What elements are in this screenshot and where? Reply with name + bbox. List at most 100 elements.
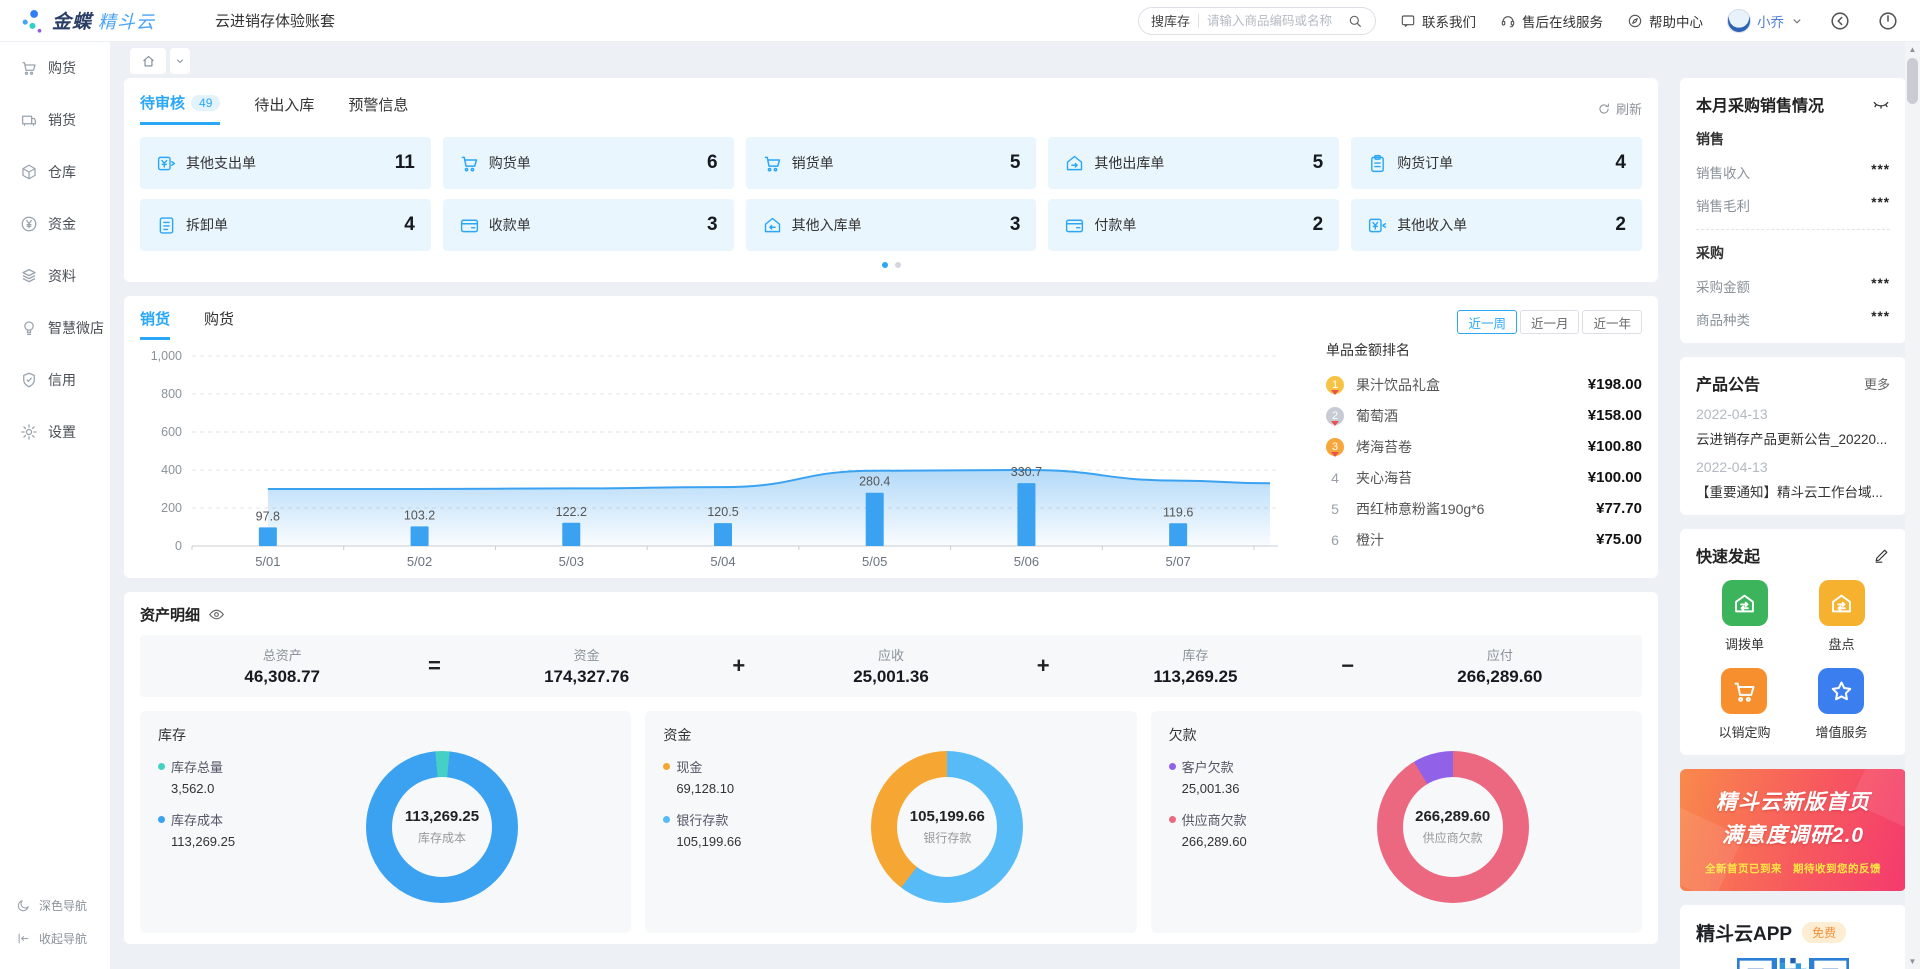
period-button-近一年[interactable]: 近一年 [1582,310,1642,334]
todo-tabs: 待审核49 待出入库 预警信息 [140,92,408,125]
todo-card-销货单[interactable]: 销货单5 [746,137,1037,189]
todo-card-其他出库单[interactable]: 其他出库单5 [1048,137,1339,189]
period-button-近一月[interactable]: 近一月 [1520,310,1580,334]
ranking-item[interactable]: 5西红柿意粉酱190g*6¥77.70 [1326,493,1642,524]
donut-ring: 266,289.60供应商欠款 [1377,751,1529,903]
search-box[interactable]: 搜库存 [1138,7,1376,35]
quick-action-tile [1819,580,1865,626]
tab-dropdown-button[interactable] [170,48,190,74]
page-scrollbar[interactable]: ▲ ▼ [1905,42,1920,969]
todo-card-其他收入单[interactable]: 其他收入单2 [1351,199,1642,251]
ranking-item[interactable]: 3烤海苔卷¥100.80 [1326,431,1642,462]
quick-actions-panel: 快速发起 调拨单盘点以销定购增值服务 [1680,529,1906,755]
trend-tab-销货[interactable]: 销货 [140,308,170,340]
search-input[interactable] [1207,14,1339,28]
svg-text:5/07: 5/07 [1165,554,1190,569]
scrollbar-thumb[interactable] [1907,58,1918,104]
pencil-icon[interactable] [1873,547,1890,564]
eye-off-icon[interactable] [1872,95,1890,113]
todo-card-收款单[interactable]: 收款单3 [443,199,734,251]
sidebar-item-设置[interactable]: 设置 [0,406,110,458]
breakdown-legend: 客户欠款25,001.36供应商欠款266,289.60 [1169,757,1247,863]
quick-action-盘点[interactable]: 盘点 [1819,580,1865,653]
ranking-item[interactable]: 1果汁饮品礼盒¥198.00 [1326,369,1642,400]
refresh-button[interactable]: 刷新 [1597,99,1642,118]
donut-center: 105,199.66银行存款 [871,751,1023,903]
sidebar-item-资料[interactable]: 资料 [0,250,110,302]
breakdown-title: 资金 [663,725,1118,745]
sidebar-item-资金[interactable]: 资金 [0,198,110,250]
period-button-近一周[interactable]: 近一周 [1457,310,1517,334]
brand-name-bold: 金蝶 [52,7,92,34]
wallet-icon [459,215,480,236]
todo-card-其他入库单[interactable]: 其他入库单3 [746,199,1037,251]
search-scope-selector[interactable]: 搜库存 [1151,11,1190,30]
todo-card-付款单[interactable]: 付款单2 [1048,199,1339,251]
search-icon[interactable] [1347,13,1363,29]
todo-tab-待出入库[interactable]: 待出入库 [254,92,314,125]
sidebar-nav: 购货销货仓库资金资料智慧微店信用设置 [0,42,110,458]
sidebar-item-智慧微店[interactable]: 智慧微店 [0,302,110,354]
announcement-link[interactable]: 【重要通知】精斗云工作台域... [1696,481,1890,501]
sidebar-item-销货[interactable]: 销货 [0,94,110,146]
topbar-link-售后在线服务[interactable]: 售后在线服务 [1500,11,1603,31]
sidebar-footer-label: 深色导航 [39,897,87,914]
sidebar-footer: 深色导航收起导航 [0,889,110,955]
back-to-old-version-button[interactable] [1828,9,1852,33]
scroll-down-arrow[interactable]: ▼ [1905,957,1920,966]
sidebar-footer-收起导航[interactable]: 收起导航 [0,922,110,955]
announcement-link[interactable]: 云进销存产品更新公告_20220... [1696,428,1890,448]
ranking-item[interactable]: 4夹心海苔¥100.00 [1326,462,1642,493]
scroll-up-arrow[interactable]: ▲ [1905,45,1920,54]
todo-tab-待审核[interactable]: 待审核49 [140,92,220,125]
shield-icon [20,371,38,389]
survey-banner[interactable]: 精斗云新版首页 满意度调研2.0 全新首页已到来 期待收到您的反馈 [1680,769,1906,891]
topbar-link-联系我们[interactable]: 联系我们 [1400,11,1476,31]
rank-medal-3: 3 [1326,438,1344,456]
todo-card-count: 3 [1010,214,1021,236]
quick-actions-grid: 调拨单 盘点以销定购增值服务 [1696,580,1890,741]
announcements-more-link[interactable]: 更多 [1864,374,1890,393]
quick-action-增值服务[interactable]: 增值服务 [1815,668,1867,741]
legend-item-top: 银行存款 [663,810,741,829]
summary-row-value: *** [1871,276,1890,296]
todo-card-购货单[interactable]: 购货单6 [443,137,734,189]
brand-name-light: 精斗云 [98,8,155,34]
user-menu[interactable]: 小乔 [1727,9,1804,33]
announcement-date: 2022-04-13 [1696,406,1890,422]
ranking-item[interactable]: 6橙汁¥75.00 [1326,524,1642,555]
app-title: 精斗云APP [1696,919,1792,946]
svg-text:800: 800 [161,387,182,401]
legend-label: 供应商欠款 [1182,810,1247,829]
bar-5/06 [1017,483,1035,546]
trend-tab-购货[interactable]: 购货 [204,308,234,340]
legend-dot [158,816,165,823]
ranking-item[interactable]: 2葡萄酒¥158.00 [1326,400,1642,431]
todo-tab-预警信息[interactable]: 预警信息 [348,92,408,125]
sidebar-item-信用[interactable]: 信用 [0,354,110,406]
power-button[interactable] [1876,9,1900,33]
rank-number: 5 [1326,501,1344,517]
todo-card-购货订单[interactable]: 购货订单4 [1351,137,1642,189]
carousel-dot[interactable] [895,262,901,268]
ranking-item-name: 橙汁 [1356,530,1584,550]
quick-action-调拨单[interactable]: 调拨单 [1722,580,1768,653]
home-tab[interactable] [130,48,166,74]
section-divider [1696,229,1890,230]
sidebar-footer-深色导航[interactable]: 深色导航 [0,889,110,922]
brand-logo[interactable]: 金蝶 精斗云 [20,7,155,34]
sidebar-item-仓库[interactable]: 仓库 [0,146,110,198]
todo-card-拆卸单[interactable]: 拆卸单4 [140,199,431,251]
left-sidebar: 购货销货仓库资金资料智慧微店信用设置 深色导航收起导航 [0,42,110,969]
topbar-link-帮助中心[interactable]: 帮助中心 [1627,11,1703,31]
ranking-item-name: 烤海苔卷 [1356,437,1576,457]
sidebar-item-购货[interactable]: 购货 [0,42,110,94]
eye-icon[interactable] [208,606,225,623]
todo-card-其他支出单[interactable]: 其他支出单11 [140,137,431,189]
carousel-dot[interactable] [882,262,888,268]
month-summary-title: 本月采购销售情况 [1696,92,1824,116]
quick-action-以销定购[interactable]: 以销定购 [1718,668,1770,741]
legend-item-现金: 现金69,128.10 [663,757,741,796]
avatar[interactable] [1727,9,1751,33]
todo-card-count: 3 [707,214,718,236]
